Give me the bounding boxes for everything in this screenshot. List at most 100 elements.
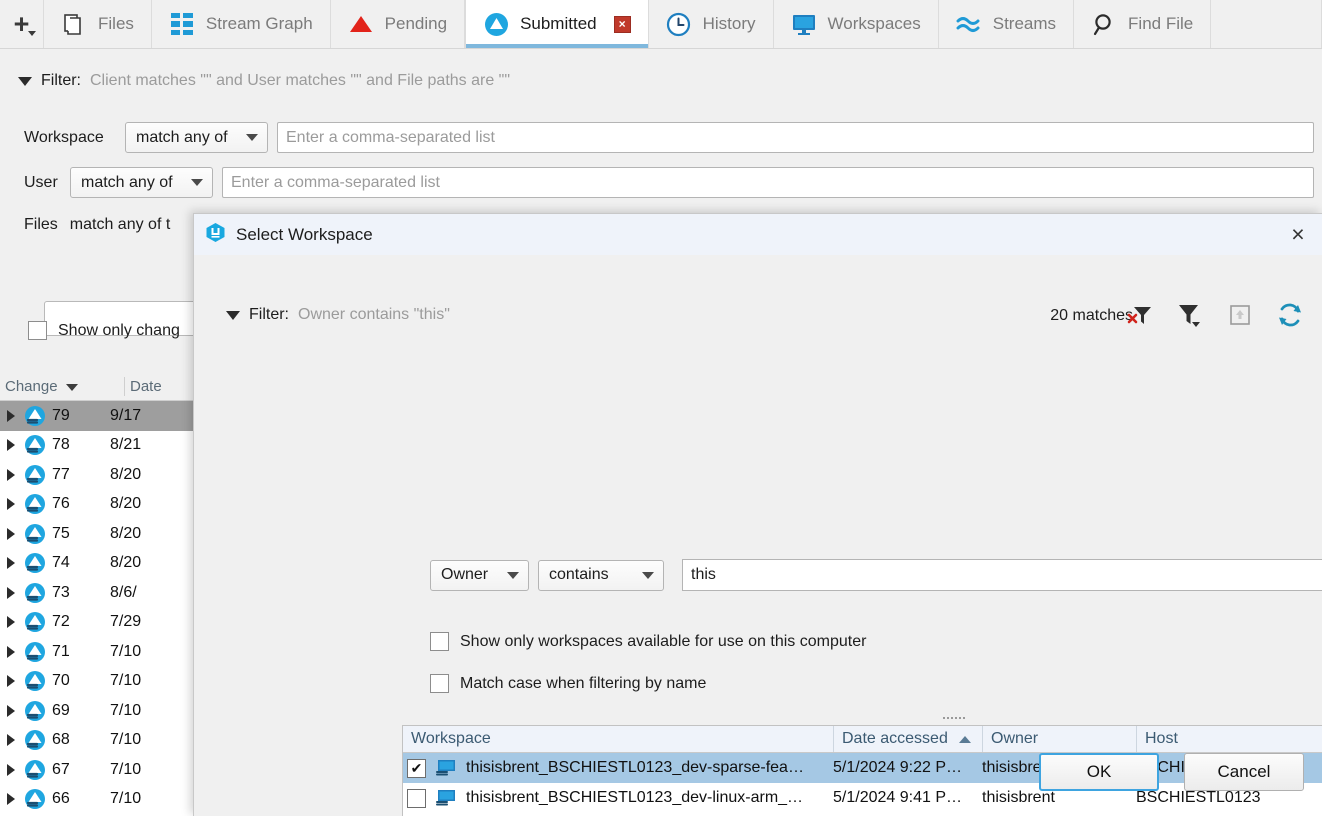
expand-triangle-icon[interactable] xyxy=(0,439,22,452)
tab-streams[interactable]: Streams xyxy=(938,0,1075,48)
criteria-value-input[interactable]: this xyxy=(682,559,1322,591)
submitted-change-icon xyxy=(22,581,48,604)
clock-icon xyxy=(666,11,692,37)
tab-history[interactable]: History xyxy=(648,0,774,48)
tab-pending[interactable]: Pending xyxy=(330,0,466,48)
expand-triangle-icon[interactable] xyxy=(0,763,22,776)
change-list-row[interactable]: 66 7/10 xyxy=(0,785,198,815)
expand-triangle-icon[interactable] xyxy=(0,616,22,629)
tab-submitted[interactable]: Submitted × xyxy=(465,0,649,48)
tab-workspaces[interactable]: Workspaces xyxy=(773,0,939,48)
filter-summary-row[interactable]: Filter: Client matches "" and User match… xyxy=(18,72,510,90)
change-list-row[interactable]: 79 9/17 xyxy=(0,401,198,431)
change-list-row[interactable]: 73 8/6/ xyxy=(0,578,198,608)
files-match-mode-label[interactable]: match any of t xyxy=(70,216,171,234)
column-header-host[interactable]: Host xyxy=(1136,726,1322,752)
change-number: 76 xyxy=(52,495,70,513)
submitted-change-icon xyxy=(22,552,48,575)
row-checkbox[interactable] xyxy=(407,788,426,808)
change-list-row[interactable]: 67 7/10 xyxy=(0,755,198,785)
change-list-row[interactable]: 68 7/10 xyxy=(0,726,198,756)
refresh-icon[interactable] xyxy=(1276,300,1304,330)
cancel-button[interactable]: Cancel xyxy=(1184,753,1304,791)
column-header-workspace[interactable]: Workspace xyxy=(403,726,833,752)
expand-triangle-icon[interactable] xyxy=(0,468,22,481)
change-list-row[interactable]: 78 8/21 xyxy=(0,431,198,461)
filter-label: Filter: xyxy=(41,72,81,89)
show-only-available-checkbox-row[interactable]: Show only workspaces available for use o… xyxy=(430,632,866,651)
expand-triangle-icon[interactable] xyxy=(0,498,22,511)
user-input[interactable]: Enter a comma-separated list xyxy=(222,167,1314,198)
change-list-header: Change Date xyxy=(0,373,198,401)
change-date: 8/21 xyxy=(110,436,142,454)
change-list-row[interactable]: 74 8/20 xyxy=(0,549,198,579)
workspace-match-mode-dropdown[interactable]: match any of xyxy=(125,122,268,153)
expand-triangle-icon[interactable] xyxy=(0,704,22,717)
cell-date-accessed: 5/1/2024 9:22 P… xyxy=(833,759,962,776)
expand-triangle-icon[interactable] xyxy=(0,586,22,599)
change-date: 7/29 xyxy=(110,613,142,631)
criteria-operator-dropdown[interactable]: contains xyxy=(538,559,664,591)
chevron-down-icon xyxy=(28,31,36,36)
dropdown-value: Owner xyxy=(441,566,489,583)
change-date: 7/10 xyxy=(110,760,142,778)
change-list-row[interactable]: 69 7/10 xyxy=(0,696,198,726)
dialog-filter-label: Filter: xyxy=(249,306,289,323)
sort-ascending-icon xyxy=(959,735,971,743)
checkbox[interactable] xyxy=(430,632,449,651)
clear-filter-icon[interactable] xyxy=(1126,300,1154,330)
expand-triangle-icon[interactable] xyxy=(0,793,22,806)
column-header-date-accessed[interactable]: Date accessed xyxy=(833,726,982,752)
tab-label: Stream Graph xyxy=(205,14,313,33)
tab-stream-graph[interactable]: Stream Graph xyxy=(151,0,331,48)
new-tab-button[interactable]: + xyxy=(0,0,44,48)
filter-dropdown-icon[interactable] xyxy=(1176,300,1204,330)
expand-triangle-icon[interactable] xyxy=(0,645,22,658)
change-number: 70 xyxy=(52,672,70,690)
column-divider xyxy=(124,377,125,396)
change-list-row[interactable]: 72 7/29 xyxy=(0,608,198,638)
expand-triangle-icon[interactable] xyxy=(0,527,22,540)
change-list-row[interactable]: 76 8/20 xyxy=(0,490,198,520)
user-filter-row: User match any of Enter a comma-separate… xyxy=(24,167,1314,198)
dialog-title-bar: Select Workspace × xyxy=(194,214,1322,255)
option-label: Show only workspaces available for use o… xyxy=(460,632,867,650)
cell-workspace: thisisbrent_BSCHIESTL0123_dev-sparse-fea… xyxy=(466,759,804,776)
criteria-field-dropdown[interactable]: Owner xyxy=(430,559,529,591)
close-icon[interactable]: × xyxy=(613,15,631,33)
tab-files[interactable]: Files xyxy=(44,0,152,48)
expand-triangle-icon[interactable] xyxy=(0,675,22,688)
column-header-change[interactable]: Change xyxy=(0,378,120,395)
submitted-change-icon xyxy=(22,434,48,457)
show-only-changes-checkbox-row[interactable]: Show only chang xyxy=(28,321,180,340)
workspace-icon xyxy=(435,759,457,778)
chevron-down-icon[interactable] xyxy=(66,384,78,391)
match-case-checkbox-row[interactable]: Match case when filtering by name xyxy=(430,674,706,693)
checkbox[interactable] xyxy=(430,674,449,693)
tab-bar: + Files Stream Graph Pending Submitted ×… xyxy=(0,0,1322,49)
recycle-bin-icon[interactable] xyxy=(1226,300,1254,330)
files-filter-row: Files match any of t xyxy=(24,216,170,234)
change-list-row[interactable]: 71 7/10 xyxy=(0,637,198,667)
expand-triangle-icon[interactable] xyxy=(0,409,22,422)
change-list-row[interactable]: 70 7/10 xyxy=(0,667,198,697)
change-list-row[interactable]: 77 8/20 xyxy=(0,460,198,490)
close-icon[interactable]: × xyxy=(1274,214,1322,255)
checkbox[interactable] xyxy=(28,321,47,340)
chevron-down-icon[interactable] xyxy=(226,310,240,320)
expand-triangle-icon[interactable] xyxy=(0,734,22,747)
chevron-down-icon[interactable] xyxy=(18,76,32,86)
row-checkbox[interactable]: ✔ xyxy=(407,758,426,778)
resize-grip[interactable] xyxy=(936,714,972,722)
tab-find-file[interactable]: Find File xyxy=(1074,0,1212,48)
user-match-mode-dropdown[interactable]: match any of xyxy=(70,167,213,198)
workspace-input[interactable]: Enter a comma-separated list xyxy=(277,122,1314,153)
expand-triangle-icon[interactable] xyxy=(0,557,22,570)
change-list-row[interactable]: 75 8/20 xyxy=(0,519,198,549)
dialog-filter-summary-row[interactable]: Filter: Owner contains "this" xyxy=(226,306,450,324)
filter-criteria-row: Owner contains this − + xyxy=(430,559,1322,591)
waves-icon xyxy=(956,11,982,37)
column-header-owner[interactable]: Owner xyxy=(982,726,1136,752)
ok-button[interactable]: OK xyxy=(1039,753,1159,791)
column-header-date[interactable]: Date xyxy=(120,378,162,395)
